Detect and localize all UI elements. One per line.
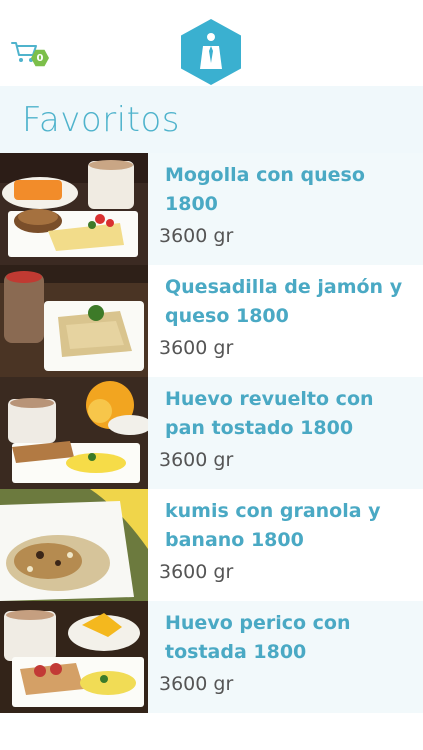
item-info: Mogolla con queso 1800 3600 gr: [148, 153, 423, 265]
item-weight: 3600 gr: [159, 561, 234, 583]
item-info: Huevo revuelto con pan tostado 1800 3600…: [148, 377, 423, 489]
item-info: Huevo perico con tostada 1800 3600 gr: [148, 601, 423, 713]
item-name: Huevo perico con tostada 1800: [165, 612, 351, 663]
item-name: Huevo revuelto con pan tostado 1800: [165, 388, 374, 439]
item-weight: 3600 gr: [159, 449, 234, 471]
list-item[interactable]: Huevo revuelto con pan tostado 1800 3600…: [0, 377, 423, 489]
page-title: Favoritos: [22, 99, 180, 140]
list-item[interactable]: kumis con granola y banano 1800 3600 gr: [0, 489, 423, 601]
food-thumbnail: [0, 377, 148, 489]
section-header: Favoritos: [0, 86, 423, 153]
item-weight: 3600 gr: [159, 225, 234, 247]
item-info: kumis con granola y banano 1800 3600 gr: [148, 489, 423, 601]
food-thumbnail: [0, 265, 148, 377]
item-name: Mogolla con queso 1800: [165, 164, 365, 215]
top-bar: 0: [0, 0, 423, 86]
list-item[interactable]: Mogolla con queso 1800 3600 gr: [0, 153, 423, 265]
food-thumbnail: [0, 489, 148, 601]
food-thumbnail: [0, 601, 148, 713]
list-item[interactable]: Huevo perico con tostada 1800 3600 gr: [0, 601, 423, 713]
item-weight: 3600 gr: [159, 337, 234, 359]
cart-button[interactable]: 0: [11, 40, 49, 70]
favorites-list: Mogolla con queso 1800 3600 gr Quesadill…: [0, 153, 423, 713]
item-weight: 3600 gr: [159, 673, 234, 695]
item-name: Quesadilla de jamón y queso 1800: [165, 276, 403, 327]
item-name: kumis con granola y banano 1800: [165, 500, 381, 551]
item-info: Quesadilla de jamón y queso 1800 3600 gr: [148, 265, 423, 377]
hexagon-person-logo[interactable]: [181, 19, 241, 85]
list-item[interactable]: Quesadilla de jamón y queso 1800 3600 gr: [0, 265, 423, 377]
food-thumbnail: [0, 153, 148, 265]
